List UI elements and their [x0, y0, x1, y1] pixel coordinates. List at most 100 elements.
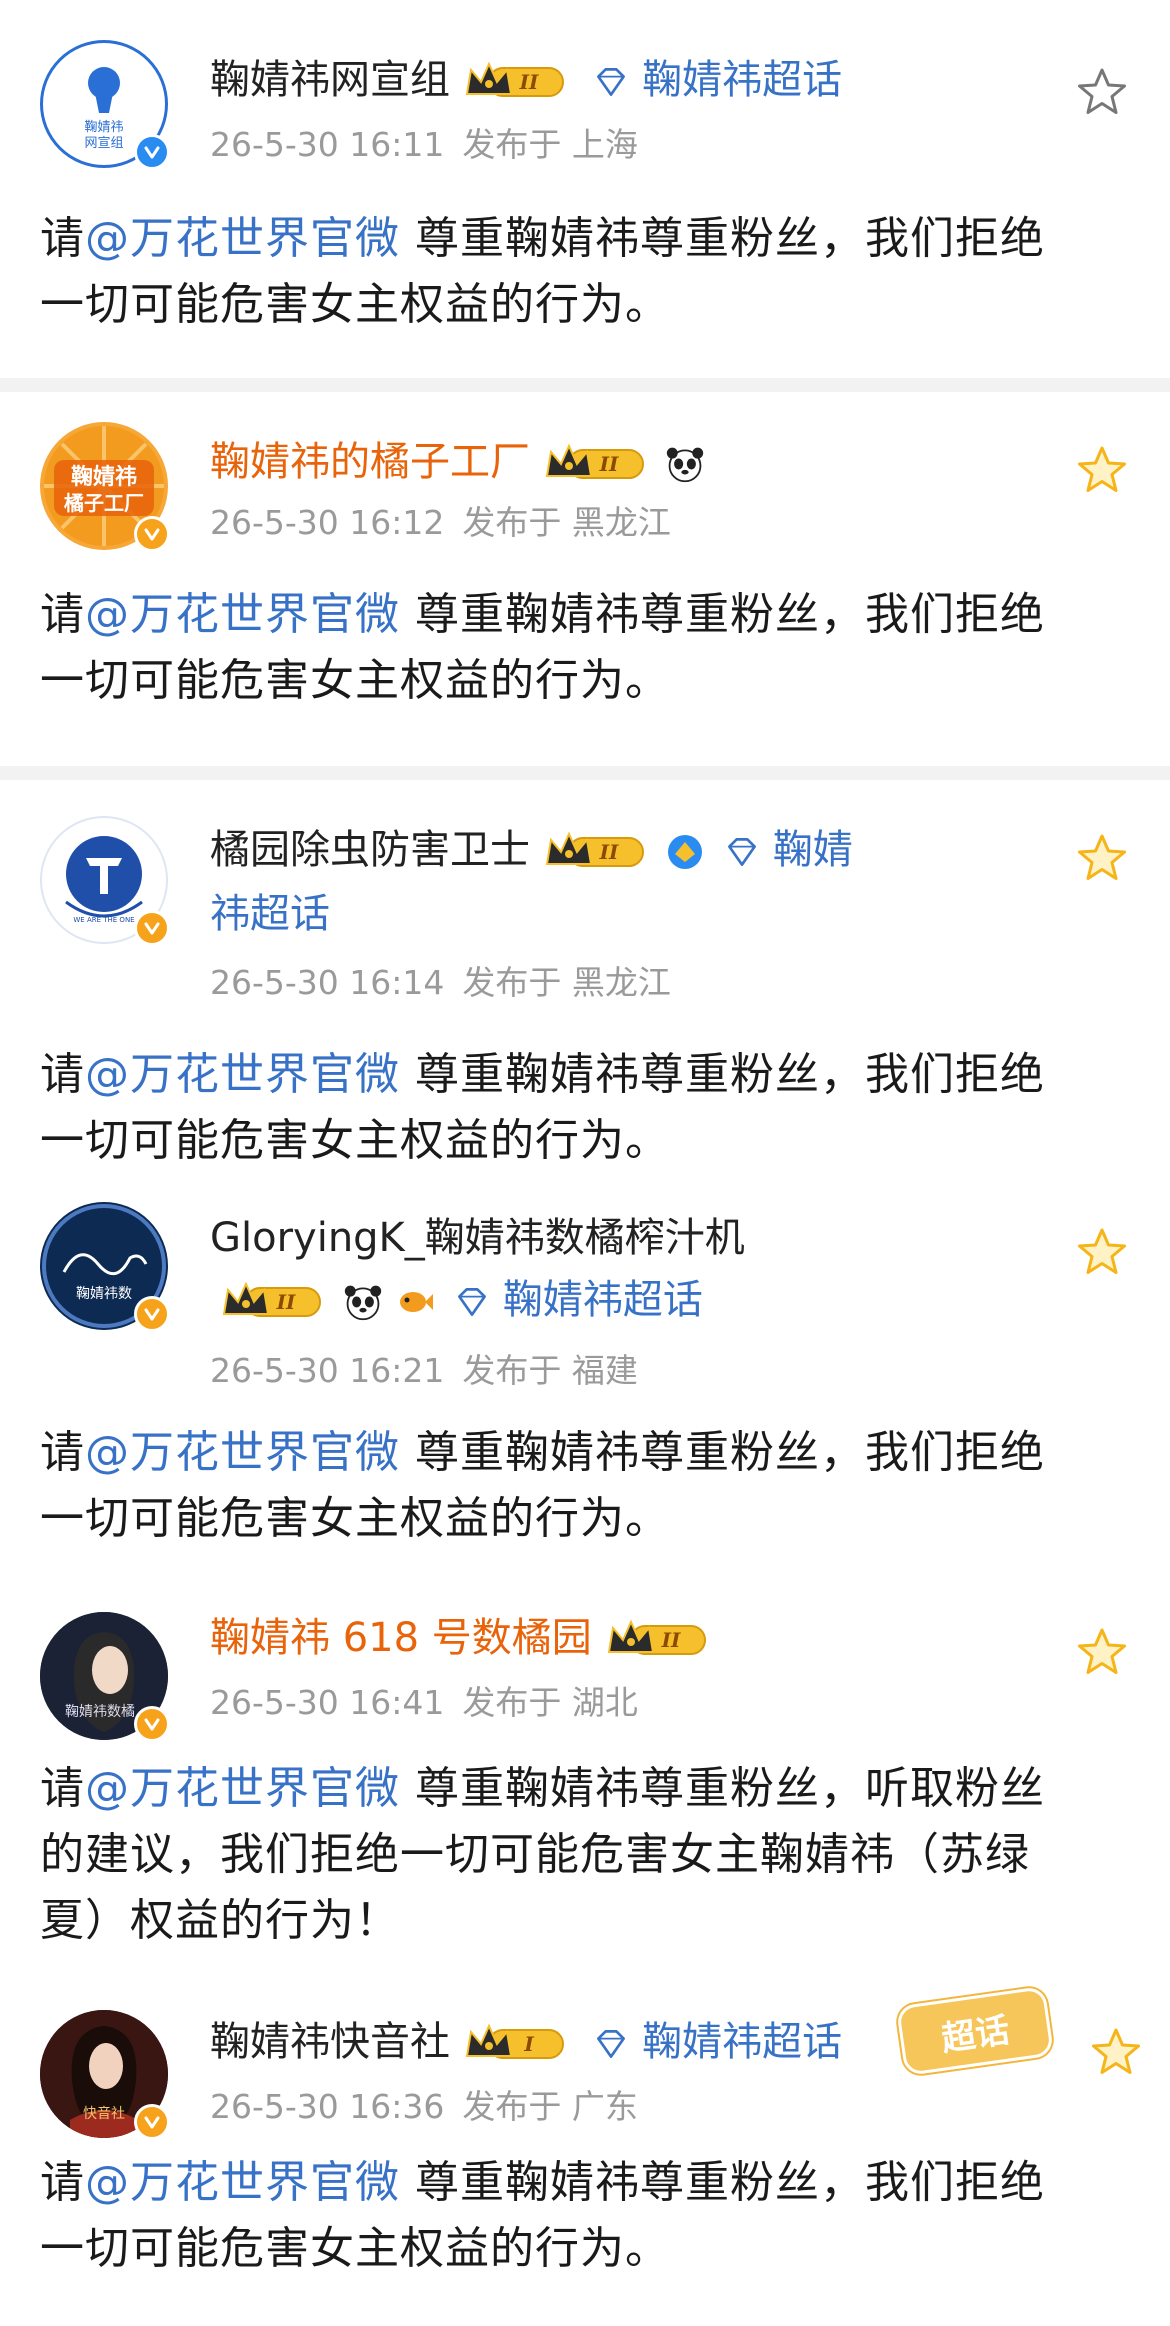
post-meta: 26-5-30 16:21 发布于 福建	[210, 1344, 638, 1392]
author-line: 鞠婧祎快音社 I 鞠婧祎超话	[210, 2014, 842, 2070]
post-meta: 26-5-30 16:36 发布于 广东	[210, 2080, 638, 2128]
verified-badge-icon	[134, 1296, 170, 1332]
mention-link[interactable]: @万花世界官微	[85, 1049, 400, 1100]
avatar[interactable]: 鞠婧祎 网宣组	[40, 40, 170, 170]
post-body: 请@万花世界官微 尊重鞠婧祎尊重粉丝，我们拒绝 一切可能危害女主权益的行为。	[40, 582, 1140, 714]
author-line: 橘园除虫防害卫士 II 鞠婧	[210, 822, 853, 878]
post-meta: 26-5-30 16:11 发布于 上海	[210, 118, 638, 166]
star-outline-icon[interactable]	[1076, 66, 1128, 118]
crown-level-label: II	[660, 1628, 680, 1652]
post-card[interactable]: 鞠婧祎数橘 鞠婧祎 618 号数橘园 II 26-5-30 16:41 发布于 湖…	[0, 1570, 1170, 1990]
super-topic-sticker: 超话	[895, 1985, 1055, 2077]
avatar[interactable]: 鞠婧祎数橘	[40, 1612, 170, 1742]
post-location: 发布于 黑龙江	[462, 963, 671, 1002]
star-gold-icon[interactable]	[1090, 2026, 1142, 2078]
author-name[interactable]: 鞠婧祎的橘子工厂	[210, 439, 530, 485]
author-line: 鞠婧祎网宣组 II 鞠婧祎超话	[210, 52, 842, 108]
crown-badge-icon[interactable]: II	[543, 830, 653, 874]
post-time: 26-5-30 16:36	[210, 2087, 445, 2126]
crown-level-label: I	[523, 2032, 534, 2056]
super-topic-link-cont[interactable]: 祎超话	[210, 886, 330, 942]
author-name[interactable]: 鞠婧祎快音社	[210, 2019, 450, 2065]
super-topic-link[interactable]: 鞠婧祎超话	[642, 57, 842, 103]
star-gold-icon[interactable]	[1076, 832, 1128, 884]
body-line: 尊重鞠婧祎尊重粉丝，我们拒绝	[400, 589, 1045, 640]
post-time: 26-5-30 16:14	[210, 963, 445, 1002]
avatar-caption: 鞠婧祎数橘	[65, 1704, 135, 1720]
divider	[0, 378, 1170, 392]
mention-link[interactable]: @万花世界官微	[85, 2157, 400, 2208]
crown-badge-icon[interactable]: II	[463, 60, 573, 104]
body-line: 尊重鞠婧祎尊重粉丝，我们拒绝	[400, 1049, 1045, 1100]
author-name[interactable]: 橘园除虫防害卫士	[210, 827, 530, 873]
author-name[interactable]: 鞠婧祎网宣组	[210, 57, 450, 103]
super-topic-link[interactable]: 鞠婧	[773, 827, 853, 873]
crown-badge-icon[interactable]: I	[463, 2022, 573, 2066]
post-location: 发布于 黑龙江	[462, 503, 671, 542]
body-line: 的建议，我们拒绝一切可能危害女主鞠婧祎（苏绿	[40, 1829, 1030, 1880]
post-body: 请@万花世界官微 尊重鞠婧祎尊重粉丝，我们拒绝 一切可能危害女主权益的行为。	[40, 1042, 1140, 1174]
post-card[interactable]: WE ARE THE ONE 橘园除虫防害卫士 II 鞠婧 祎超话 26-5-3…	[0, 780, 1170, 1180]
post-meta: 26-5-30 16:12 发布于 黑龙江	[210, 496, 671, 544]
svg-text:橘子工厂: 橘子工厂	[64, 491, 144, 515]
verified-badge-icon	[134, 2104, 170, 2140]
star-gold-icon[interactable]	[1076, 444, 1128, 496]
crown-level-label: II	[598, 452, 618, 476]
avatar-caption: WE ARE THE ONE	[73, 916, 134, 924]
panda-icon	[665, 444, 705, 484]
author-line: 鞠婧祎的橘子工厂 II	[210, 434, 705, 490]
divider	[0, 766, 1170, 780]
verified-badge-icon	[134, 910, 170, 946]
svg-text:鞠婧祎: 鞠婧祎	[71, 464, 137, 490]
mention-link[interactable]: @万花世界官微	[85, 1427, 400, 1478]
post-time: 26-5-30 16:11	[210, 125, 445, 164]
fish-icon	[400, 1292, 434, 1312]
diamond-icon	[454, 1284, 490, 1320]
post-meta: 26-5-30 16:14 发布于 黑龙江	[210, 956, 671, 1004]
diamond-icon	[593, 2026, 629, 2062]
body-line: 尊重鞠婧祎尊重粉丝，我们拒绝	[400, 213, 1045, 264]
fan-badge-icon	[668, 835, 703, 869]
body-line: 尊重鞠婧祎尊重粉丝，我们拒绝	[400, 2157, 1045, 2208]
body-line: 夏）权益的行为！	[40, 1895, 400, 1946]
star-gold-icon[interactable]	[1076, 1226, 1128, 1278]
mention-link[interactable]: @万花世界官微	[85, 589, 400, 640]
post-body: 请@万花世界官微 尊重鞠婧祎尊重粉丝，我们拒绝 一切可能危害女主权益的行为。	[40, 1420, 1140, 1552]
post-time: 26-5-30 16:21	[210, 1351, 445, 1390]
body-line: 尊重鞠婧祎尊重粉丝，听取粉丝	[400, 1763, 1045, 1814]
avatar[interactable]: WE ARE THE ONE	[40, 816, 170, 946]
body-line: 尊重鞠婧祎尊重粉丝，我们拒绝	[400, 1427, 1045, 1478]
post-card[interactable]: 鞠婧祎 橘子工厂 鞠婧祎的橘子工厂 II 26-5-30 16:12 发布于 黑龙…	[0, 392, 1170, 766]
author-badges: II 鞠婧祎超话	[220, 1272, 703, 1328]
post-body: 请@万花世界官微 尊重鞠婧祎尊重粉丝，我们拒绝 一切可能危害女主权益的行为。	[40, 206, 1140, 338]
avatar[interactable]: 鞠婧祎数	[40, 1202, 170, 1332]
mention-link[interactable]: @万花世界官微	[85, 213, 400, 264]
body-line: 一切可能危害女主权益的行为。	[40, 279, 670, 330]
author-name[interactable]: GloryingK_鞠婧祎数橘榨汁机	[210, 1210, 745, 1266]
star-gold-icon[interactable]	[1076, 1626, 1128, 1678]
post-location: 发布于 上海	[462, 125, 638, 164]
crown-level-label: II	[518, 70, 538, 94]
svg-text:鞠婧祎: 鞠婧祎	[84, 120, 123, 135]
avatar[interactable]: 鞠婧祎 橘子工厂	[40, 422, 170, 552]
post-card[interactable]: 快音社 鞠婧祎快音社 I 鞠婧祎超话 超话 26-5-30 16:36 发布于 广…	[0, 1985, 1170, 2326]
crown-badge-icon[interactable]: II	[543, 442, 653, 486]
verified-badge-icon	[134, 516, 170, 552]
super-topic-link[interactable]: 鞠婧祎超话	[503, 1277, 703, 1323]
mention-link[interactable]: @万花世界官微	[85, 1763, 400, 1814]
post-card[interactable]: 鞠婧祎数 GloryingK_鞠婧祎数橘榨汁机 II 鞠婧祎超话 26-5-30…	[0, 1180, 1170, 1570]
body-line: 一切可能危害女主权益的行为。	[40, 1115, 670, 1166]
sticker-label: 超话	[939, 2009, 1012, 2060]
verified-badge-icon	[134, 134, 170, 170]
verified-badge-icon	[134, 1706, 170, 1742]
avatar-caption: 鞠婧祎数	[76, 1286, 132, 1302]
author-name[interactable]: 鞠婧祎 618 号数橘园	[210, 1615, 592, 1661]
diamond-icon	[724, 834, 760, 870]
crown-badge-icon[interactable]: II	[605, 1618, 715, 1662]
panda-icon	[343, 1282, 383, 1322]
super-topic-link[interactable]: 鞠婧祎超话	[642, 2019, 842, 2065]
post-card[interactable]: 鞠婧祎 网宣组 鞠婧祎网宣组 II 鞠婧祎超话 26-5-30 16:11 发布于…	[0, 0, 1170, 378]
avatar[interactable]: 快音社	[40, 2010, 170, 2140]
crown-level-label: II	[276, 1290, 296, 1314]
crown-badge-icon[interactable]: II	[220, 1280, 330, 1324]
